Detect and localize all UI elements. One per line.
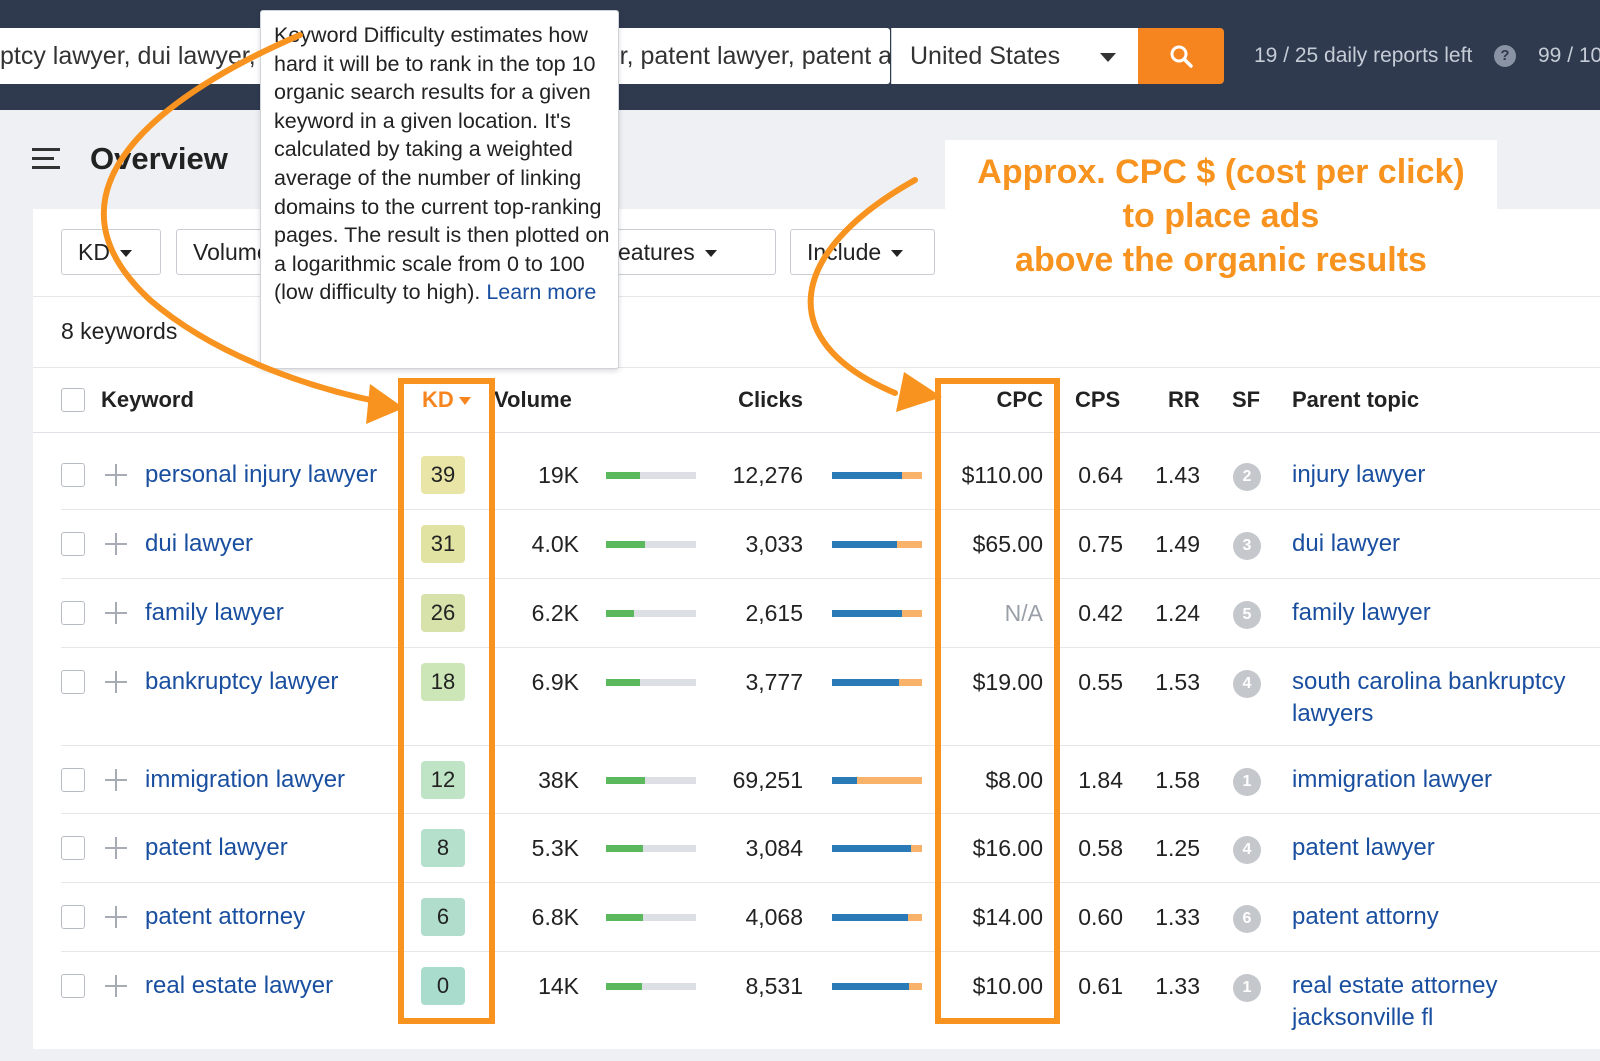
- annotation-arrows: [100, 32, 942, 424]
- kd-arrowhead: [366, 384, 404, 424]
- kd-arrow: [100, 32, 383, 405]
- cpc-arrowhead: [896, 372, 942, 412]
- cpc-arrow: [807, 177, 918, 396]
